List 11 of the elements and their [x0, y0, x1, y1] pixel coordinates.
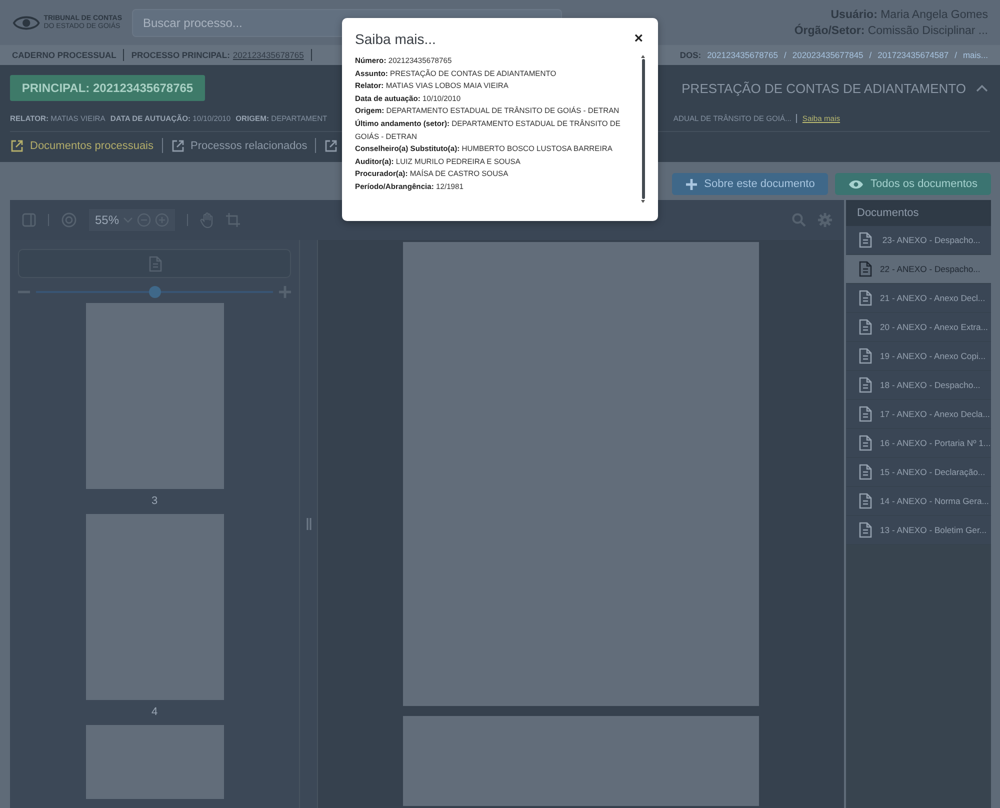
separator-text: / — [954, 50, 957, 60]
page-number: 3 — [151, 494, 158, 509]
modal-title: Saiba mais... — [355, 31, 436, 47]
breadcrumb-label: DOS: — [680, 50, 702, 60]
breadcrumb-label: PROCESSO PRINCIPAL: — [131, 50, 230, 60]
separator-text: / — [869, 50, 872, 60]
documents-heading: Documentos — [846, 200, 991, 226]
separator-text: / — [784, 50, 786, 60]
breadcrumb-label: CADERNO PROCESSUAL — [12, 50, 116, 60]
process-title: PRESTAÇÃO DE CONTAS DE ADIANTAMENTO — [682, 80, 966, 96]
page-number: 4 — [151, 705, 158, 720]
